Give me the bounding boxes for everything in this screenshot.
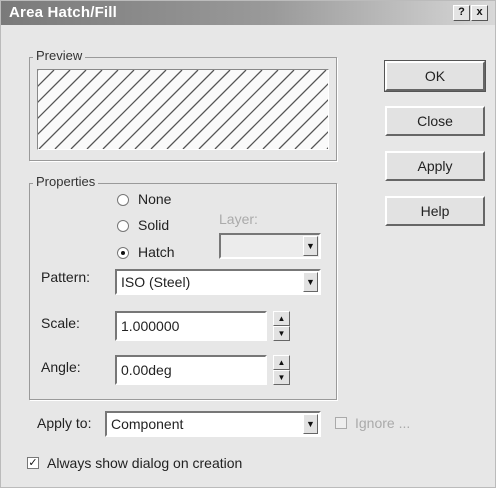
pattern-dropdown-arrow-icon[interactable]: ▼ [303,272,318,292]
hatch-line [38,70,119,149]
hatch-line [102,70,183,149]
ignore-checkbox[interactable] [335,417,347,429]
hatch-line [118,70,199,149]
ok-button[interactable]: OK [384,60,486,92]
hatch-line [150,70,231,149]
radio-hatch-circle[interactable] [117,247,129,259]
question-mark-icon: ? [458,6,465,18]
always-show-label: Always show dialog on creation [47,455,243,471]
scale-value: 1.000000 [121,318,180,334]
radio-hatch-label: Hatch [138,244,175,260]
scale-spinner[interactable]: ▲ ▼ [273,311,290,341]
dialog-title: Area Hatch/Fill [9,4,118,21]
radio-none-circle[interactable] [117,194,129,206]
area-hatch-fill-dialog: Area Hatch/Fill ? x Preview OK Close App… [0,0,496,488]
hatch-line [38,70,103,135]
help-button[interactable]: Help [385,196,485,226]
apply-to-label: Apply to: [37,415,92,431]
layer-label: Layer: [219,211,258,227]
hatch-line [182,70,263,149]
close-icon: x [476,6,483,18]
title-bar[interactable]: Area Hatch/Fill ? x [1,1,495,25]
hatch-line [86,70,167,149]
always-show-checkbox[interactable]: ✓ [27,457,39,469]
scale-spin-up-icon[interactable]: ▲ [273,311,290,326]
hatch-line [246,70,327,149]
layer-dropdown-arrow-icon[interactable]: ▼ [303,236,318,256]
pattern-dropdown[interactable]: ISO (Steel) ▼ [115,269,321,295]
close-title-button[interactable]: x [471,5,488,21]
pattern-label: Pattern: [41,269,91,285]
scale-input[interactable]: 1.000000 [115,311,267,341]
angle-value: 0.00deg [121,362,172,378]
properties-group-label: Properties [33,174,99,189]
preview-group-label: Preview [33,48,86,63]
hatch-line [214,70,295,149]
hatch-line [326,147,328,149]
radio-solid-circle[interactable] [117,220,129,232]
hatch-line [230,70,311,149]
angle-label: Angle: [41,359,81,375]
scale-label: Scale: [41,315,80,331]
angle-spin-up-icon[interactable]: ▲ [273,355,290,370]
close-button[interactable]: Close [385,106,485,136]
hatch-line [70,70,151,149]
hatch-line [198,70,279,149]
hatch-preview [37,69,329,150]
angle-spin-down-icon[interactable]: ▼ [273,370,290,385]
angle-input[interactable]: 0.00deg [115,355,267,385]
hatch-line [166,70,247,149]
hatch-lines [38,70,328,149]
ignore-checkbox-label: Ignore ... [355,415,411,431]
apply-to-value: Component [111,416,184,432]
apply-to-dropdown-arrow-icon[interactable]: ▼ [303,414,318,434]
help-title-button[interactable]: ? [453,5,470,21]
hatch-line [134,70,215,149]
layer-dropdown[interactable]: ▼ [219,233,321,259]
radio-solid-label: Solid [138,217,170,233]
apply-to-dropdown[interactable]: Component ▼ [105,411,321,437]
apply-button[interactable]: Apply [385,151,485,181]
radio-none-label: None [138,191,172,207]
hatch-line [54,70,135,149]
scale-spin-down-icon[interactable]: ▼ [273,326,290,341]
pattern-value: ISO (Steel) [121,274,191,290]
angle-spinner[interactable]: ▲ ▼ [273,355,290,385]
hatch-pattern-graphic [38,70,328,149]
